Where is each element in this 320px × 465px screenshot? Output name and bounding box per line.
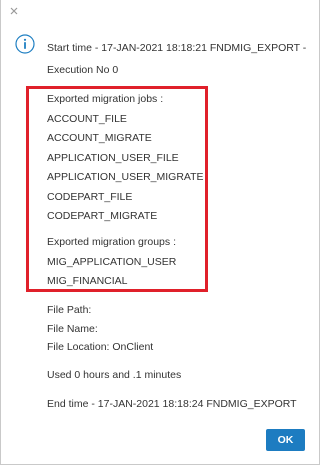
group-item: MIG_APPLICATION_USER <box>47 256 177 268</box>
message-dialog: Start time - 17-JAN-2021 18:18:21 FNDMIG… <box>0 0 320 465</box>
jobs-heading: Exported migration jobs : <box>47 93 164 105</box>
start-time-line: Start time - 17-JAN-2021 18:18:21 FNDMIG… <box>47 42 307 54</box>
file-name-line: File Name: <box>47 323 98 335</box>
info-circle-icon <box>15 34 35 54</box>
job-item: ACCOUNT_MIGRATE <box>47 132 152 144</box>
job-item: ACCOUNT_FILE <box>47 113 127 125</box>
group-item: MIG_FINANCIAL <box>47 275 128 287</box>
duration-line: Used 0 hours and .1 minutes <box>47 369 182 381</box>
end-time-line: End time - 17-JAN-2021 18:18:24 FNDMIG_E… <box>47 398 297 410</box>
close-icon[interactable] <box>7 4 21 18</box>
job-item: CODEPART_MIGRATE <box>47 210 158 222</box>
file-path-line: File Path: <box>47 304 92 316</box>
job-item: APPLICATION_USER_MIGRATE <box>47 171 204 183</box>
job-item: CODEPART_FILE <box>47 191 133 203</box>
groups-heading: Exported migration groups : <box>47 236 176 248</box>
job-item: APPLICATION_USER_FILE <box>47 152 179 164</box>
file-location-line: File Location: OnClient <box>47 341 154 353</box>
ok-button[interactable]: OK <box>266 429 305 451</box>
execution-line: Execution No 0 <box>47 64 119 76</box>
